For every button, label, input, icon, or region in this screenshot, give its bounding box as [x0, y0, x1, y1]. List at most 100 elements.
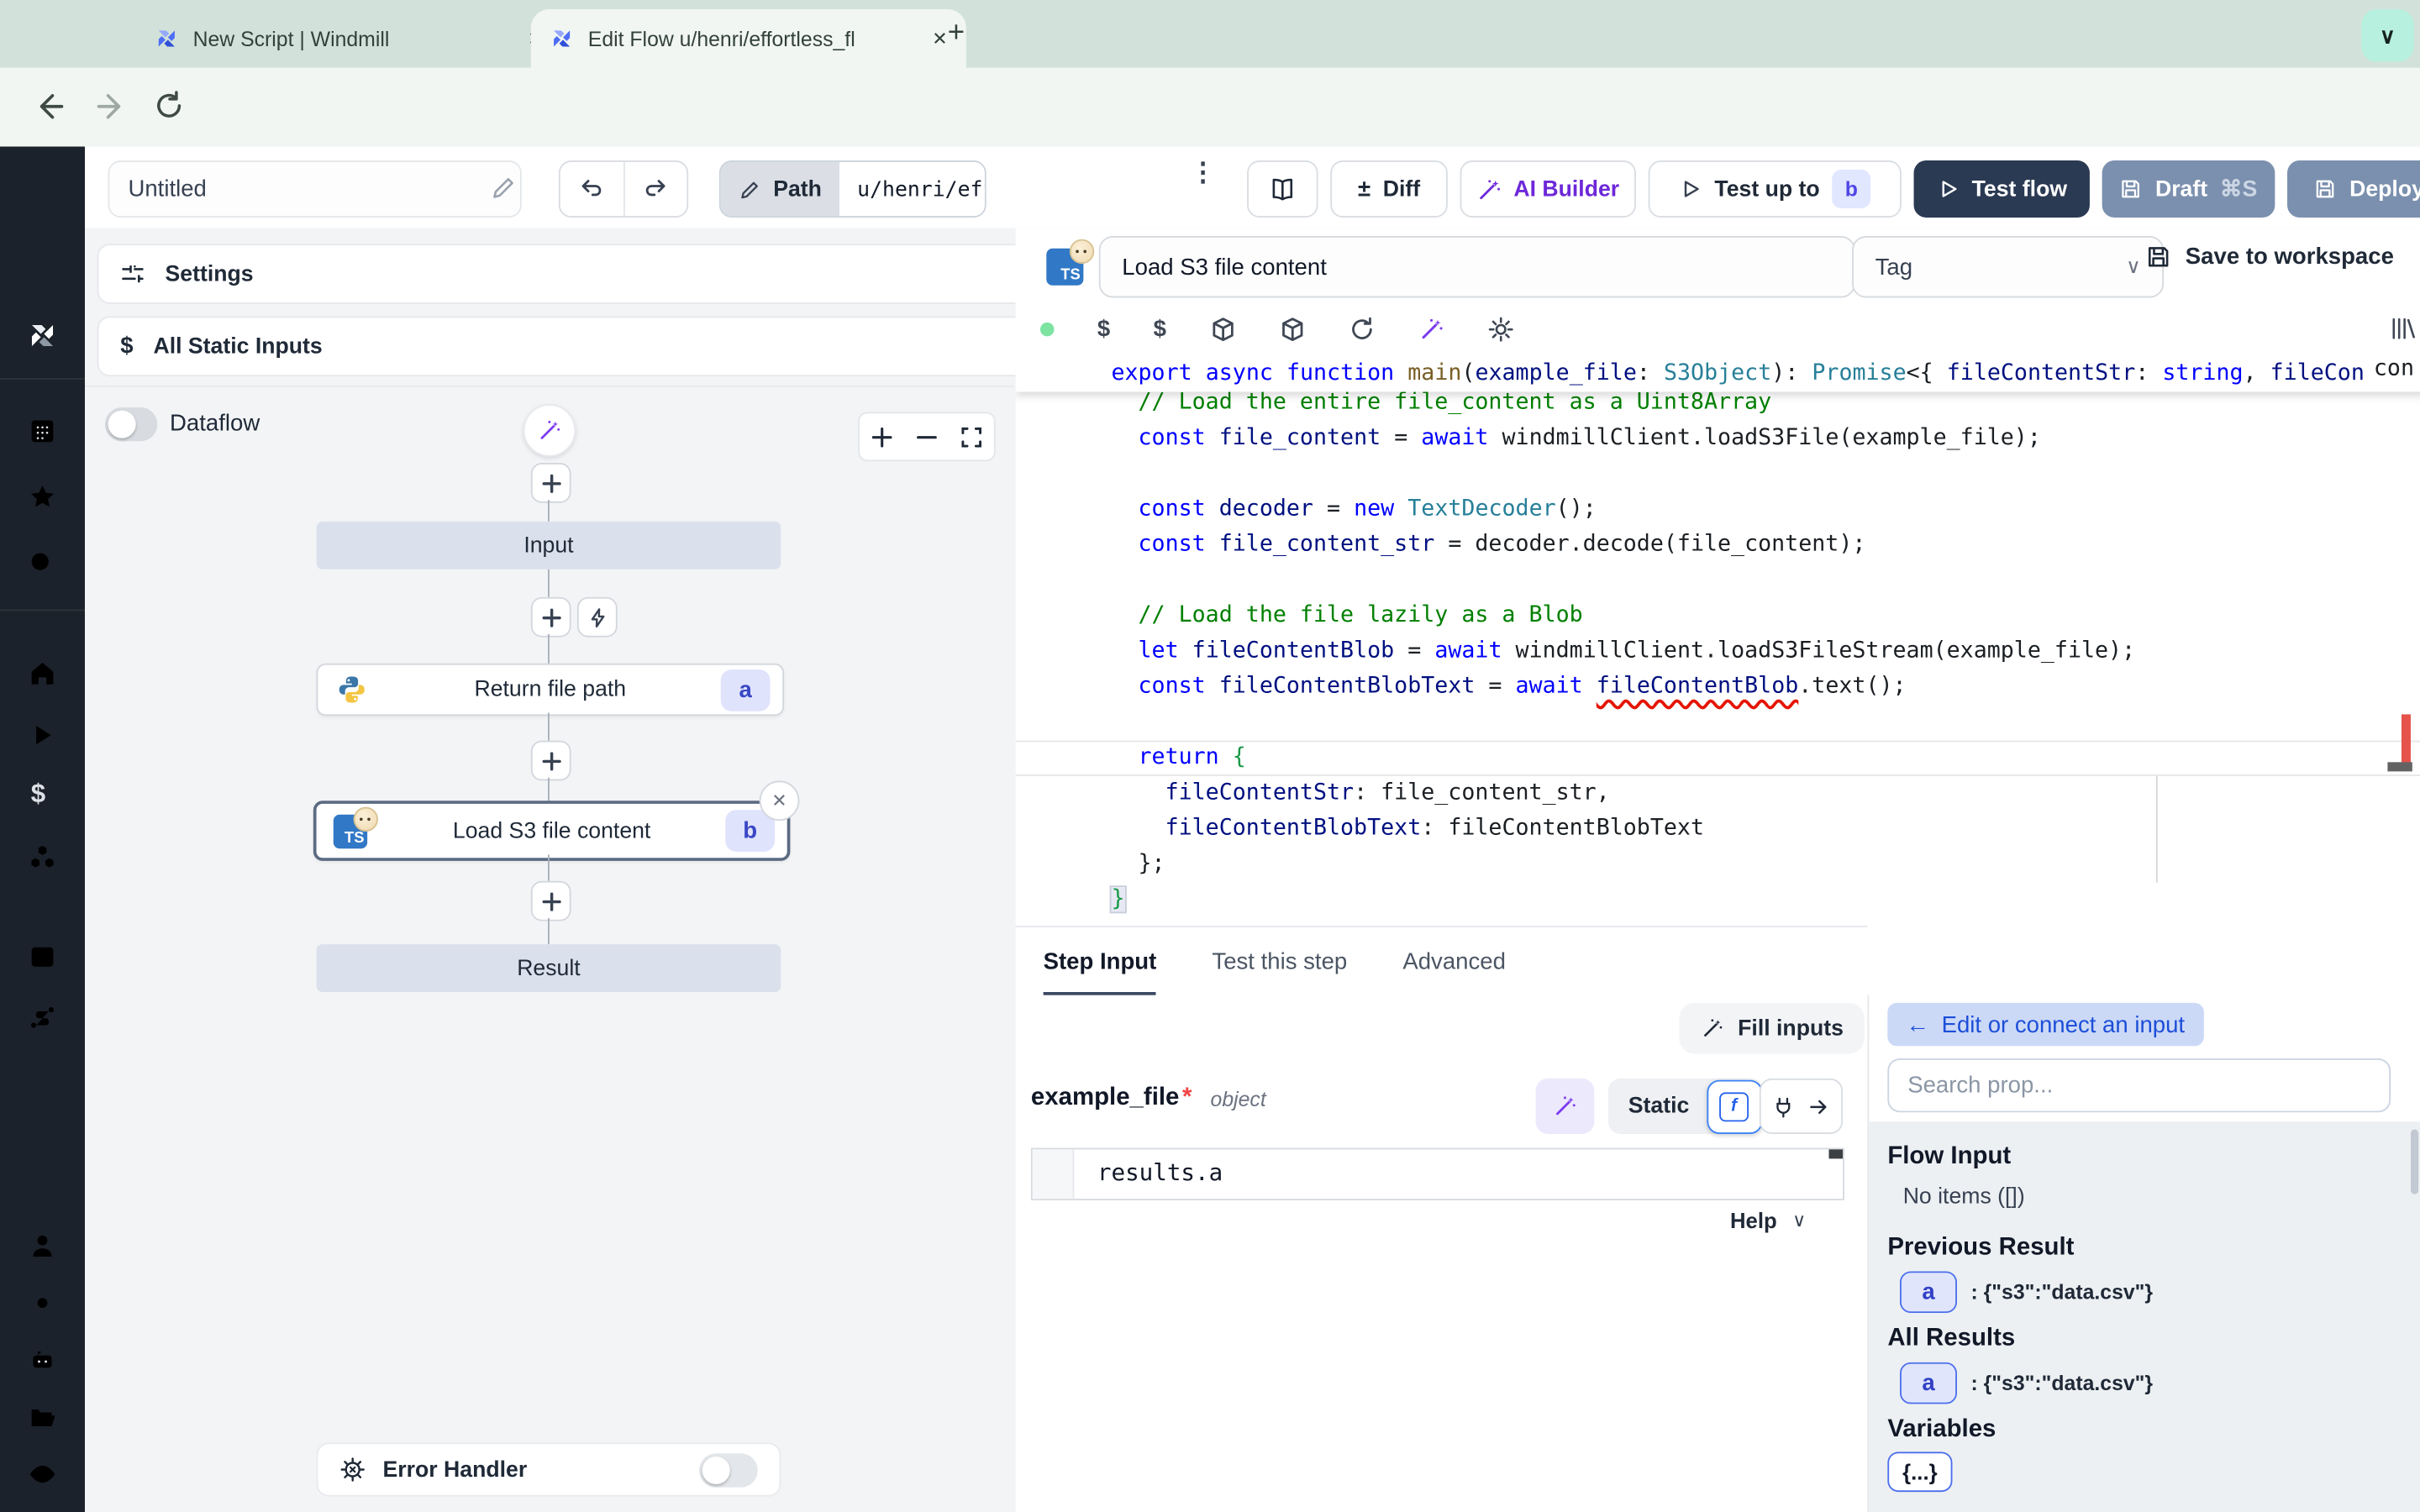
previous-result-row[interactable]: a : {"s3":"data.csv"}: [1900, 1271, 2153, 1313]
expression-editor[interactable]: results.a: [1031, 1148, 1844, 1200]
search-icon[interactable]: [28, 549, 57, 579]
tab-test-this-step[interactable]: Test this step: [1212, 928, 1347, 996]
error-handler-row[interactable]: Error Handler: [317, 1442, 781, 1496]
edit-pencil-icon[interactable]: [491, 175, 517, 201]
function-icon: f: [1719, 1091, 1749, 1121]
status-dot: [1040, 322, 1055, 336]
reload-icon[interactable]: [153, 90, 186, 123]
tab-close-icon[interactable]: ✕: [932, 28, 947, 50]
favorites-star-icon[interactable]: [28, 483, 57, 512]
redo-button[interactable]: [624, 162, 687, 216]
undo-button[interactable]: [560, 162, 624, 216]
result-a-chip[interactable]: a: [1900, 1362, 1957, 1404]
plug-icon[interactable]: [1772, 1095, 1796, 1118]
diff-button[interactable]: ± Diff: [1330, 160, 1448, 218]
runs-icon[interactable]: [28, 721, 57, 750]
variables-dollar-icon[interactable]: $: [1154, 316, 1166, 342]
deploy-button[interactable]: Deploy: [2287, 160, 2420, 218]
user-icon[interactable]: [28, 1231, 57, 1261]
scrollbar-thumb[interactable]: [2387, 762, 2412, 771]
library-icon[interactable]: [2389, 315, 2417, 343]
remove-step-button[interactable]: ✕: [760, 780, 800, 821]
audit-eye-icon[interactable]: [28, 1460, 57, 1489]
new-tab-button[interactable]: +: [948, 17, 965, 50]
editor-settings-gear-icon[interactable]: [1487, 316, 1513, 342]
add-trigger-button[interactable]: [577, 597, 618, 638]
test-up-to-button[interactable]: Test up to b: [1649, 160, 1902, 218]
step-a-node[interactable]: Return file path a: [317, 664, 785, 716]
forward-icon[interactable]: [92, 90, 126, 123]
assets-dollar-icon[interactable]: $: [1097, 316, 1110, 342]
divider: [0, 378, 85, 380]
chevron-down-icon: ∨: [1792, 1210, 1806, 1231]
tab-search-button[interactable]: ∨: [2361, 9, 2413, 61]
resources-icon[interactable]: [28, 843, 57, 872]
ai-builder-button[interactable]: AI Builder: [1460, 160, 1636, 218]
apps-icon[interactable]: [28, 417, 57, 446]
workers-robot-icon[interactable]: [28, 1346, 57, 1375]
zoom-in-button[interactable]: [860, 413, 904, 459]
add-step-button[interactable]: [531, 741, 571, 781]
path-chip[interactable]: Path u/henri/eff: [719, 160, 986, 218]
search-prop-input[interactable]: [1887, 1058, 2391, 1112]
fit-view-button[interactable]: [950, 413, 994, 459]
test-flow-button[interactable]: Test flow: [1914, 160, 2090, 218]
browser-tab-edit-flow[interactable]: Edit Flow u/henri/effortless_fl ✕: [531, 9, 966, 68]
javascript-mode-button[interactable]: f: [1707, 1079, 1762, 1133]
step-b-node-selected[interactable]: TS Load S3 file content b: [313, 801, 791, 861]
step-a-label: Return file path: [318, 677, 782, 701]
edit-or-connect-chip[interactable]: ← Edit or connect an input: [1887, 1003, 2203, 1046]
app-sidebar: $: [0, 146, 85, 1512]
expression-value: results.a: [1097, 1158, 1223, 1186]
flow-name-input[interactable]: Untitled: [108, 160, 522, 218]
test-up-to-label: Test up to: [1714, 176, 1819, 201]
browser-tab-new-script[interactable]: New Script | Windmill ✕: [136, 13, 562, 65]
save-icon: [2145, 244, 2171, 270]
zoom-out-button[interactable]: [904, 413, 949, 459]
windmill-logo[interactable]: [26, 319, 59, 352]
all-static-inputs-row[interactable]: $ All Static Inputs: [97, 317, 1050, 377]
ai-wand-icon[interactable]: [1418, 316, 1444, 342]
ai-fill-button[interactable]: [1536, 1079, 1595, 1134]
reload-icon[interactable]: [1349, 316, 1375, 342]
code-editor[interactable]: // Load the entire file_content as a Uin…: [1016, 354, 2420, 926]
step-name-input[interactable]: Load S3 file content: [1099, 236, 1855, 297]
static-mode-label[interactable]: Static: [1628, 1094, 1690, 1118]
add-step-button[interactable]: [531, 881, 571, 921]
package-icon[interactable]: [1279, 316, 1305, 342]
back-icon[interactable]: [34, 90, 67, 123]
flow-settings-row[interactable]: Settings: [97, 244, 1050, 304]
required-asterisk: *: [1182, 1084, 1192, 1112]
dataflow-toggle[interactable]: [105, 407, 157, 441]
settings-gear-icon[interactable]: [28, 1289, 57, 1318]
fill-inputs-button[interactable]: Fill inputs: [1679, 1003, 1865, 1054]
error-handler-gear-icon: [339, 1457, 366, 1483]
scrollbar-thumb[interactable]: [2411, 1129, 2418, 1194]
add-step-button[interactable]: [531, 463, 571, 503]
package-icon[interactable]: [1209, 316, 1235, 342]
all-results-row[interactable]: a : {"s3":"data.csv"}: [1900, 1362, 2153, 1404]
docs-book-button[interactable]: [1247, 160, 1318, 218]
error-handler-toggle[interactable]: [699, 1452, 758, 1486]
folders-icon[interactable]: [28, 1403, 57, 1432]
result-a-chip[interactable]: a: [1900, 1271, 1957, 1313]
home-icon[interactable]: [28, 659, 57, 688]
variables-chip[interactable]: {...}: [1887, 1452, 1952, 1492]
tab-step-input[interactable]: Step Input: [1044, 928, 1157, 996]
tab-advanced[interactable]: Advanced: [1402, 928, 1506, 996]
add-step-button[interactable]: [531, 597, 571, 638]
variables-icon[interactable]: $: [31, 780, 45, 811]
tab-title: Edit Flow u/henri/effortless_fl: [588, 27, 855, 50]
schedules-calendar-icon[interactable]: [28, 941, 57, 970]
draft-button[interactable]: Draft ⌘S: [2102, 160, 2275, 218]
arrow-right-icon[interactable]: [1807, 1095, 1830, 1118]
flows-route-icon[interactable]: [28, 1003, 57, 1032]
tag-select[interactable]: Tag ∨: [1852, 236, 2164, 297]
wand-icon: [537, 418, 561, 443]
result-node[interactable]: Result: [317, 944, 781, 992]
more-options-icon[interactable]: ⋮: [1190, 157, 1216, 188]
save-to-workspace-button[interactable]: Save to workspace: [2145, 244, 2394, 270]
help-toggle[interactable]: Help ∨: [1730, 1208, 1806, 1232]
input-node[interactable]: Input: [317, 522, 781, 570]
flow-ai-wand-button[interactable]: [523, 404, 576, 456]
